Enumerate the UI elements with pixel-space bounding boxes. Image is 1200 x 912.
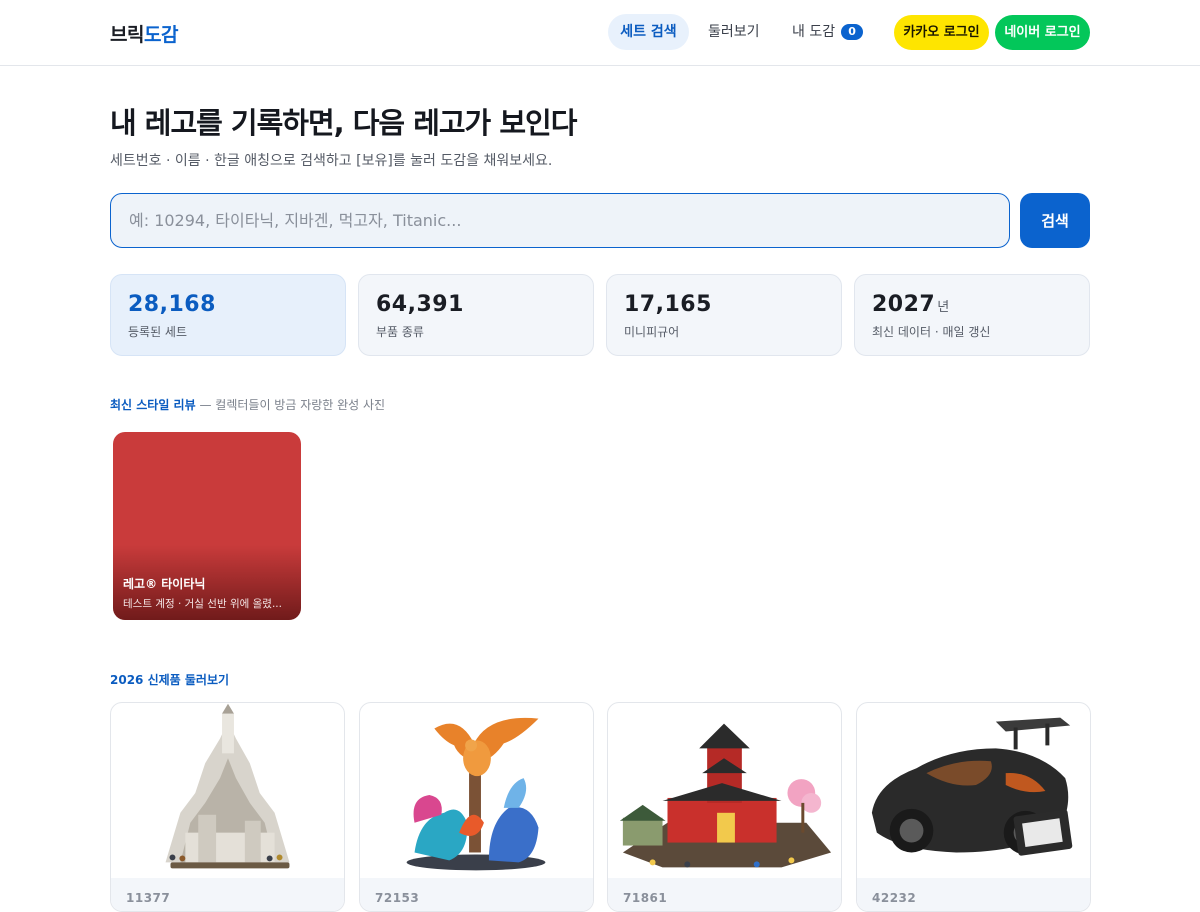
logo-text-brick: 브릭 xyxy=(110,24,144,46)
stat-card-sets: 28,168 등록된 세트 xyxy=(110,274,346,356)
stat-label: 등록된 세트 xyxy=(128,325,188,339)
stat-unit: 년 xyxy=(937,300,950,315)
nav-my-collection-label: 내 도감 xyxy=(792,24,836,40)
castle-set-image xyxy=(165,703,290,869)
logo-text-dogam: 도감 xyxy=(143,24,178,46)
product-card[interactable]: 71861 xyxy=(607,702,842,912)
temple-set-image xyxy=(619,723,832,868)
site-logo[interactable]: 브릭도감 xyxy=(110,20,178,47)
nav-my-collection[interactable]: 내 도감 0 xyxy=(778,14,877,50)
product-card[interactable]: 42232 xyxy=(856,702,1091,912)
product-card-footer: 72153 xyxy=(360,878,593,911)
collection-count-badge: 0 xyxy=(841,24,864,40)
reviews-heading-title: 최신 스타일 리뷰 xyxy=(110,398,196,412)
product-set-number: 71861 xyxy=(623,891,668,905)
stat-number: 28,168 xyxy=(128,292,216,317)
stat-number: 17,165 xyxy=(624,292,712,317)
stat-value: 28,168 xyxy=(128,292,216,317)
nav-browse[interactable]: 둘러보기 xyxy=(694,14,774,50)
stat-value: 64,391 xyxy=(376,292,464,317)
reviews-heading-desc: — 컬렉터들이 방금 자랑한 완성 사진 xyxy=(199,398,386,412)
product-card-footer: 71861 xyxy=(608,878,841,911)
search-button[interactable]: 검색 xyxy=(1020,193,1090,248)
review-card-title: 레고® 타이타닉 xyxy=(123,577,206,591)
stat-label: 미니피규어 xyxy=(624,325,680,339)
naver-login-button[interactable]: 네이버 로그인 xyxy=(995,15,1090,50)
supercar-set-image xyxy=(871,717,1073,856)
product-card[interactable]: 72153 xyxy=(359,702,594,912)
stat-card-parts: 64,391 부품 종류 xyxy=(358,274,594,356)
stat-value: 17,165 xyxy=(624,292,712,317)
new-products-heading: 2026 신제품 둘러보기 xyxy=(110,671,229,688)
nav-set-search[interactable]: 세트 검색 xyxy=(608,14,689,50)
top-header: 브릭도감 세트 검색 둘러보기 내 도감 0 카카오 로그인 네이버 로그인 xyxy=(0,0,1200,66)
product-set-number: 42232 xyxy=(872,891,917,905)
reviews-section-heading: 최신 스타일 리뷰 — 컬렉터들이 방금 자랑한 완성 사진 xyxy=(110,396,385,413)
stat-number: 2027 xyxy=(872,292,936,317)
stat-card-minifigures: 17,165 미니피규어 xyxy=(606,274,842,356)
stat-number: 64,391 xyxy=(376,292,464,317)
dragon-set-image xyxy=(406,717,546,871)
stat-label: 부품 종류 xyxy=(376,325,424,339)
new-products-heading-title: 2026 신제품 둘러보기 xyxy=(110,673,230,687)
review-card-subtitle: 테스트 계정 · 거실 선반 위에 올렸... xyxy=(123,598,282,610)
stat-card-latest-year: 2027 년 최신 데이터 · 매일 갱신 xyxy=(854,274,1090,356)
product-set-number: 11377 xyxy=(126,891,171,905)
stat-label: 최신 데이터 · 매일 갱신 xyxy=(872,325,991,339)
review-card[interactable]: 레고® 타이타닉 테스트 계정 · 거실 선반 위에 올렸... xyxy=(113,432,301,620)
kakao-login-button[interactable]: 카카오 로그인 xyxy=(894,15,989,50)
hero-title: 내 레고를 기록하면, 다음 레고가 보인다 xyxy=(110,106,577,140)
set-search-input[interactable] xyxy=(110,193,1010,248)
product-card-footer: 42232 xyxy=(857,878,1090,911)
hero-subtitle: 세트번호 · 이름 · 한글 애칭으로 검색하고 [보유]를 눌러 도감을 채워… xyxy=(110,153,553,169)
stat-value: 2027 년 xyxy=(872,292,950,317)
product-card[interactable]: 11377 xyxy=(110,702,345,912)
product-set-number: 72153 xyxy=(375,891,420,905)
product-card-footer: 11377 xyxy=(111,878,344,911)
